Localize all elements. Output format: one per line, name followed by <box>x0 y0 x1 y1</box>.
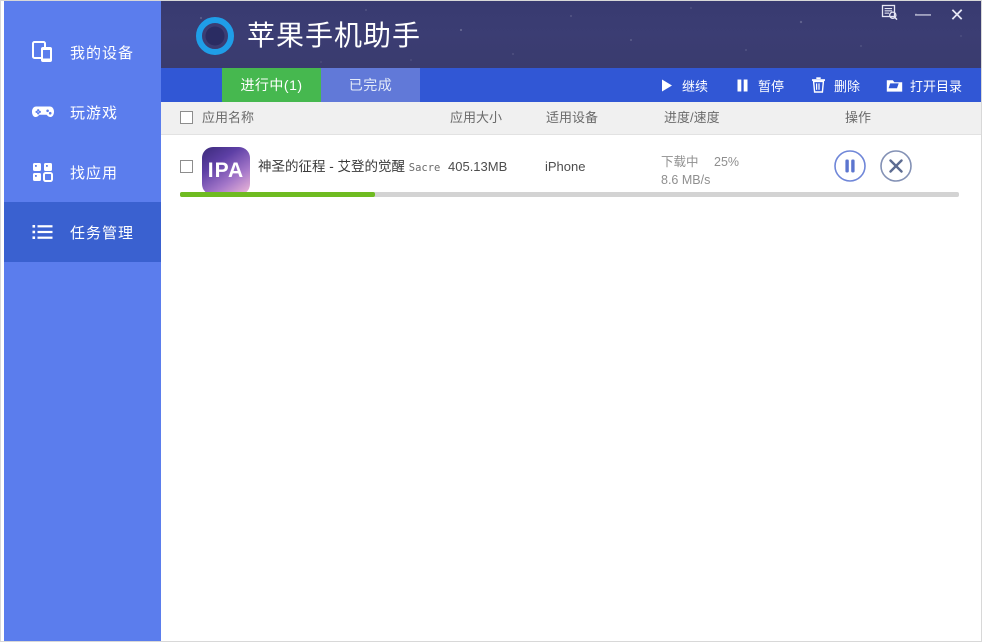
progress-bar <box>180 192 959 197</box>
sidebar-item-label: 找应用 <box>70 162 118 183</box>
page-title: 苹果手机助手 <box>247 16 421 56</box>
table-row[interactable]: IPA 神圣的征程 - 艾登的觉醒 Sacre 405.13MB iPhone … <box>161 135 982 199</box>
app-name-latin: Sacre <box>409 162 441 174</box>
toolbar: 继续 暂停 <box>632 68 982 102</box>
gamepad-icon <box>30 99 56 125</box>
tab-in-progress[interactable]: 进行中(1) <box>222 68 321 102</box>
tab-toolbar-strip: 进行中(1) 已完成 继续 暂停 <box>161 68 982 102</box>
row-actions <box>833 149 925 183</box>
task-list-panel: 应用名称 应用大小 适用设备 进度/速度 操作 IPA 神圣的征程 - 艾登的觉… <box>161 102 982 642</box>
download-speed: 8.6 MB/s <box>661 173 710 187</box>
sidebar-item-label: 我的设备 <box>70 42 134 63</box>
folder-open-icon <box>886 77 903 94</box>
column-header-device: 适用设备 <box>546 102 598 134</box>
trash-icon <box>810 77 827 94</box>
pause-circle-button[interactable] <box>833 149 867 183</box>
app-name-cn: 神圣的征程 - 艾登的觉醒 <box>258 159 405 174</box>
toolbar-label: 打开目录 <box>910 76 962 95</box>
minimize-button[interactable]: — <box>906 2 940 28</box>
sidebar-item-label: 玩游戏 <box>70 102 118 123</box>
progress-bar-fill <box>180 192 375 197</box>
pause-icon <box>734 77 751 94</box>
app-size: 405.13MB <box>448 159 507 174</box>
tab-label: 进行中(1) <box>240 75 302 95</box>
row-checkbox[interactable] <box>180 160 193 178</box>
tab-completed[interactable]: 已完成 <box>321 68 420 102</box>
ring-logo-icon <box>195 16 235 56</box>
delete-button[interactable]: 删除 <box>810 76 860 95</box>
grid-apps-icon <box>30 159 56 185</box>
sidebar-item-my-device[interactable]: 我的设备 <box>0 22 161 82</box>
open-directory-button[interactable]: 打开目录 <box>886 76 962 95</box>
ipa-app-icon: IPA <box>202 147 250 195</box>
app-device: iPhone <box>545 159 585 174</box>
tabs: 进行中(1) 已完成 <box>222 68 420 102</box>
column-header-action: 操作 <box>845 102 871 134</box>
status-text: 下载中 <box>661 155 699 169</box>
sidebar-item-label: 任务管理 <box>70 222 134 243</box>
feedback-icon <box>881 4 898 26</box>
list-tasks-icon <box>30 219 56 245</box>
sidebar-item-play-games[interactable]: 玩游戏 <box>0 82 161 142</box>
window-left-strip <box>0 0 4 642</box>
cancel-circle-button[interactable] <box>879 149 913 183</box>
sidebar: 我的设备 玩游戏 <box>0 0 161 642</box>
app-name: 神圣的征程 - 艾登的觉醒 Sacre <box>258 157 443 177</box>
play-icon <box>658 77 675 94</box>
select-all-checkbox[interactable] <box>180 111 193 125</box>
toolbar-label: 暂停 <box>758 76 784 95</box>
toolbar-label: 删除 <box>834 76 860 95</box>
close-button[interactable]: ✕ <box>940 2 974 28</box>
column-header-size: 应用大小 <box>450 102 502 134</box>
tab-label: 已完成 <box>349 75 393 95</box>
sidebar-item-task-manager[interactable]: 任务管理 <box>0 202 161 262</box>
toolbar-label: 继续 <box>682 76 708 95</box>
app-icon-label: IPA <box>208 159 244 183</box>
sidebar-item-find-apps[interactable]: 找应用 <box>0 142 161 202</box>
feedback-button[interactable] <box>872 2 906 28</box>
column-header-name: 应用名称 <box>202 102 254 134</box>
brand: 苹果手机助手 <box>195 16 421 56</box>
window-controls: — ✕ <box>872 2 974 28</box>
device-icon <box>30 39 56 65</box>
resume-button[interactable]: 继续 <box>658 76 708 95</box>
minimize-icon: — <box>915 7 931 23</box>
pause-button[interactable]: 暂停 <box>734 76 784 95</box>
percent-label: 25% <box>714 155 739 169</box>
app-header: 苹果手机助手 — ✕ <box>161 0 982 68</box>
app-window: 我的设备 玩游戏 <box>0 0 982 642</box>
close-icon: ✕ <box>949 6 964 24</box>
list-header-row: 应用名称 应用大小 适用设备 进度/速度 操作 <box>161 102 982 135</box>
column-header-progress: 进度/速度 <box>664 102 720 134</box>
download-status: 下载中 25% <box>661 151 739 170</box>
